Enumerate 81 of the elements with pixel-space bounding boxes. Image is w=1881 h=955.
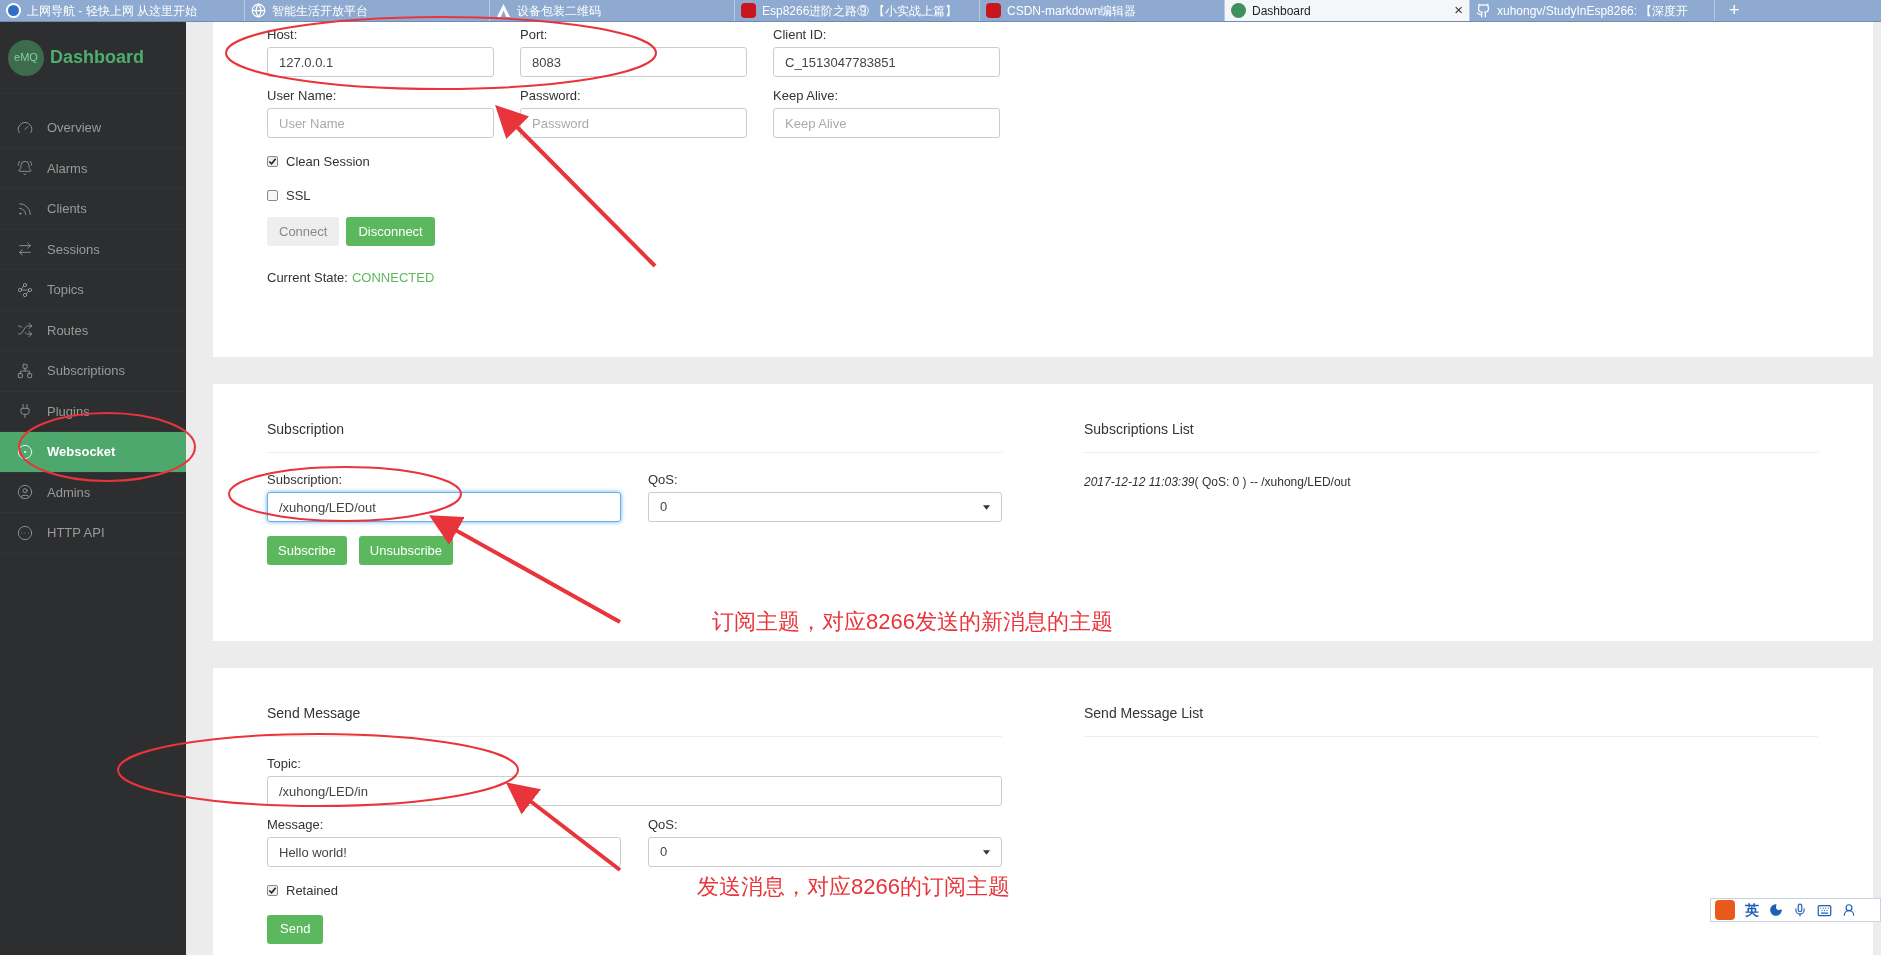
sidebar-item[interactable]: Subscriptions [0, 351, 186, 392]
section-title: Send Message List [1084, 703, 1818, 737]
logo-badge: eMQ [8, 39, 44, 76]
app-title: Dashboard [50, 46, 145, 69]
sidebar-item[interactable]: Websocket [0, 432, 186, 473]
caret-icon [983, 504, 990, 510]
menu-item-icon [17, 362, 33, 379]
qos-select[interactable]: 0 [648, 492, 1002, 522]
input-field[interactable]: Password [520, 108, 747, 138]
annotation-text: 发送消息，对应8266的订阅主题 [697, 873, 1010, 901]
menu-item-icon [17, 119, 33, 136]
menu-item-icon [17, 524, 33, 541]
send-button[interactable]: Send [267, 914, 324, 944]
field-label: Message: [267, 818, 325, 831]
ime-mode[interactable]: 英 [1745, 899, 1759, 921]
sidebar-item[interactable]: Admins [0, 472, 186, 513]
menu-item-icon [17, 200, 33, 217]
checkbox[interactable] [267, 156, 278, 168]
sidebar-item[interactable]: Topics [0, 270, 186, 311]
subscription-button[interactable]: Subscribe [267, 536, 347, 565]
field-label: Topic: [267, 757, 302, 770]
sidebar-item[interactable]: Clients [0, 189, 186, 230]
field-label: Password: [520, 89, 582, 102]
input-field[interactable]: Hello world! [267, 837, 621, 867]
menu-item-icon [17, 281, 33, 298]
qos-select[interactable]: 0 [648, 837, 1002, 867]
sidebar-item[interactable]: HTTP API [0, 513, 186, 554]
microphone-icon[interactable] [1793, 903, 1807, 917]
field-label: Port: [520, 28, 549, 41]
menu-item-icon [17, 241, 33, 258]
annotation-text: 订阅主题，对应8266发送的新消息的主题 [712, 608, 1113, 636]
caret-icon [983, 849, 990, 855]
input-field[interactable]: 8083 [520, 47, 747, 77]
checkbox[interactable] [267, 885, 278, 897]
menu-item-icon [17, 160, 33, 177]
close-tab-button[interactable]: × [1454, 0, 1463, 21]
github-icon [1476, 3, 1491, 18]
input-field[interactable]: C_1513047783851 [773, 47, 1000, 77]
section-title: Subscription [267, 419, 1002, 453]
menu-item-icon [17, 322, 33, 339]
input-field[interactable]: Keep Alive [773, 108, 1000, 138]
input-field[interactable]: User Name [267, 108, 494, 138]
field-label: Host: [267, 28, 299, 41]
site-logo-icon [986, 3, 1001, 18]
input-field[interactable]: /xuhong/LED/in [267, 776, 1002, 806]
sidebar-item[interactable]: Routes [0, 310, 186, 351]
globe-icon [251, 3, 266, 18]
menu-item-icon [17, 443, 33, 460]
user-icon[interactable] [1842, 903, 1856, 917]
state-label: Current State: [267, 269, 348, 287]
checkbox-label: Clean Session [286, 153, 370, 171]
menu-item-icon [17, 484, 33, 501]
input-field[interactable]: 127.0.0.1 [267, 47, 494, 77]
site-logo-icon [1231, 3, 1246, 18]
field-label: Subscription: [267, 473, 344, 486]
keyboard-icon[interactable] [1817, 902, 1832, 918]
subscription-button[interactable]: Unsubscribe [358, 536, 454, 565]
sidebar-item[interactable]: Sessions [0, 229, 186, 270]
moon-icon[interactable] [1769, 903, 1783, 917]
menu-item-icon [17, 403, 33, 420]
field-label: Client ID: [773, 28, 828, 41]
section-title: Send Message [267, 703, 1002, 737]
site-logo-icon [741, 3, 756, 18]
checkbox[interactable] [267, 189, 278, 201]
subscription-entry: 2017-12-12 11:03:39( QoS: 0 ) -- /xuhong/LED/out [1084, 474, 1352, 491]
input-field[interactable]: /xuhong/LED/out [267, 492, 621, 522]
triangle-logo-icon [496, 3, 511, 18]
field-label: User Name: [267, 89, 338, 102]
state-value: CONNECTED [351, 269, 435, 287]
connection-button[interactable]: Disconnect [346, 217, 435, 246]
checkbox-label: SSL [286, 186, 311, 205]
browser-logo-icon [6, 3, 21, 18]
sidebar-item[interactable]: Overview [0, 108, 186, 149]
field-label: Keep Alive: [773, 89, 840, 102]
field-label: QoS: [648, 818, 679, 831]
section-title: Subscriptions List [1084, 419, 1818, 453]
ime-logo-icon [1715, 900, 1735, 920]
field-label: QoS: [648, 473, 679, 486]
sidebar-item[interactable]: Alarms [0, 148, 186, 189]
browser-tab[interactable]: Dashboard × [1225, 0, 1470, 21]
checkbox-label: Retained [286, 882, 339, 900]
